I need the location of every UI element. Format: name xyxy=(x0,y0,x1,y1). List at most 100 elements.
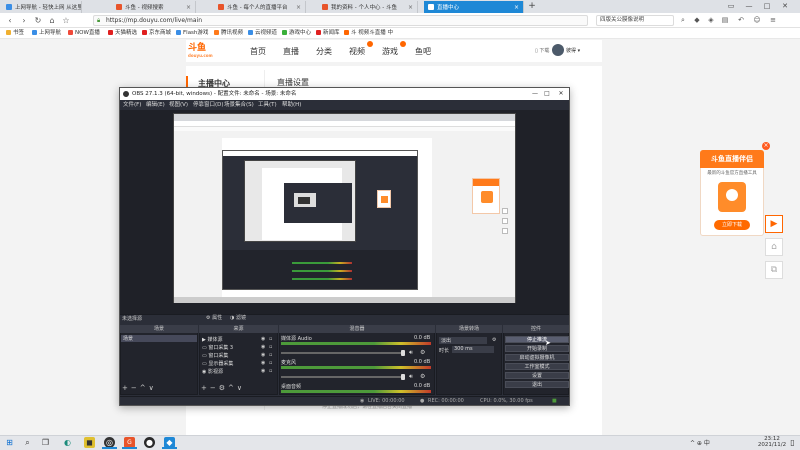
studio-mode-button[interactable]: 工作室模式 xyxy=(505,363,569,370)
gear-icon[interactable]: ⚙ xyxy=(420,373,425,380)
close-tab-icon[interactable]: × xyxy=(296,4,301,11)
douyu-logo[interactable]: 斗鱼 douyu.com xyxy=(188,42,228,60)
search-icon[interactable]: ⌕ xyxy=(678,15,688,26)
bookmark-item[interactable]: 京东商城 xyxy=(142,28,171,39)
close-window-icon[interactable]: ✕ xyxy=(778,0,792,13)
nav-games[interactable]: 游戏 xyxy=(382,46,398,57)
sources-toolbar[interactable]: +−⚙^∨ xyxy=(201,384,245,392)
bookmark-item[interactable]: Flash游戏 xyxy=(176,28,208,39)
maximize-icon[interactable]: □ xyxy=(760,0,774,13)
properties-button[interactable]: ⚙ 属性 xyxy=(206,314,226,322)
gear-icon[interactable]: ⚙ xyxy=(492,337,496,343)
menu-docks[interactable]: 停靠窗口(D) xyxy=(193,100,224,110)
bookmark-item[interactable]: 斗 视频斗直播 中 xyxy=(344,28,393,39)
undo-icon[interactable]: ↶ xyxy=(736,15,746,26)
bookmark-item[interactable]: 天猫精选 xyxy=(108,28,137,39)
nav-yuba[interactable]: 鱼吧 xyxy=(415,46,431,57)
play-icon[interactable]: ▶ xyxy=(765,215,783,233)
close-window-icon[interactable]: ✕ xyxy=(554,88,568,100)
minimize-icon[interactable]: — xyxy=(742,0,756,13)
home-float-icon[interactable]: ⌂ xyxy=(765,238,783,256)
username[interactable]: 彼得 ▾ xyxy=(566,47,580,54)
new-tab-button[interactable]: + xyxy=(526,0,538,13)
visibility-icon[interactable]: ◉ xyxy=(261,352,265,358)
visibility-icon[interactable]: ◉ xyxy=(261,360,265,366)
tab-list-icon[interactable]: ▭ xyxy=(724,0,738,13)
lock-icon[interactable]: ▫ xyxy=(269,336,272,342)
download-link[interactable]: ▯ 下载 xyxy=(535,47,549,54)
bookmark-item[interactable]: 游戏中心 xyxy=(282,28,311,39)
menu-view[interactable]: 视图(V) xyxy=(169,100,188,110)
app-icon[interactable]: ◼ xyxy=(84,437,95,448)
search-input[interactable]: 四版关公膜像说明 xyxy=(596,15,674,26)
volume-knob[interactable] xyxy=(401,350,405,356)
home-icon[interactable]: ⌂ xyxy=(46,14,58,27)
exit-button[interactable]: 退出 xyxy=(505,381,569,388)
system-tray[interactable]: ^ ⊕ 中 xyxy=(690,438,710,447)
stop-streaming-button[interactable]: 停止推流 xyxy=(505,336,569,343)
gift-icon[interactable]: ◆ xyxy=(692,15,702,26)
forward-icon[interactable]: › xyxy=(18,14,30,27)
source-item[interactable]: ▭ 显示器采集 xyxy=(202,360,233,367)
bookmark-item[interactable]: NOW直播 xyxy=(68,28,100,39)
settings-button[interactable]: 设置 xyxy=(505,372,569,379)
lock-icon[interactable]: ▫ xyxy=(269,360,272,366)
lock-icon[interactable]: ▫ xyxy=(269,368,272,374)
volume-slider[interactable] xyxy=(281,376,405,378)
menu-scene-collection[interactable]: 场景集合(S) xyxy=(224,100,254,110)
nav-video[interactable]: 视频 xyxy=(349,46,365,57)
nav-home[interactable]: 首页 xyxy=(250,46,266,57)
screenshot-icon[interactable]: ⧉ xyxy=(765,261,783,279)
avatar[interactable] xyxy=(552,44,564,56)
visibility-icon[interactable]: ◉ xyxy=(261,336,265,342)
transition-select[interactable]: 淡出 xyxy=(439,337,487,344)
menu-file[interactable]: 文件(F) xyxy=(123,100,141,110)
menu-edit[interactable]: 编辑(E) xyxy=(146,100,165,110)
menu-tools[interactable]: 工具(T) xyxy=(258,100,277,110)
back-icon[interactable]: ‹ xyxy=(4,14,16,27)
duration-input[interactable]: 300 ms xyxy=(452,346,494,353)
user-icon[interactable]: ☺ xyxy=(752,15,762,26)
notification-icon[interactable]: ▯ xyxy=(787,437,798,448)
menu-icon[interactable]: ≡ xyxy=(768,15,778,26)
close-tab-icon[interactable]: × xyxy=(186,4,191,11)
bookmark-item[interactable]: 新闻库 xyxy=(316,28,340,39)
url-bar[interactable]: 🔒︎ https://mp.douyu.com/live/main xyxy=(93,15,588,26)
reload-icon[interactable]: ↻ xyxy=(32,14,44,27)
scene-item[interactable]: 场景 xyxy=(121,335,197,342)
extensions-icon[interactable]: ▤ xyxy=(720,15,730,26)
virtual-camera-button[interactable]: 启动虚拟摄像机 xyxy=(505,354,569,361)
close-tab-icon[interactable]: × xyxy=(408,4,413,11)
maximize-icon[interactable]: □ xyxy=(540,88,554,100)
visibility-icon[interactable]: ◉ xyxy=(261,344,265,350)
tab-live-center[interactable]: 直播中心 × xyxy=(424,1,524,13)
close-icon[interactable]: × xyxy=(762,142,770,150)
source-item[interactable]: ▶ 媒体源 xyxy=(202,336,222,343)
clock[interactable]: 23:12 2021/11/2 xyxy=(752,436,792,448)
speaker-icon[interactable]: 🔊︎ xyxy=(409,349,413,357)
visibility-icon[interactable]: ◉ xyxy=(261,368,265,374)
volume-knob[interactable] xyxy=(401,374,405,380)
tab-nav-home[interactable]: 上网导航 - 轻快上网 从这里开始× xyxy=(2,1,82,13)
speaker-icon[interactable]: 🔊︎ xyxy=(409,373,413,381)
bookmark-item[interactable]: 上网导航 xyxy=(32,28,61,39)
source-item[interactable]: ▭ 窗口采集 3 xyxy=(202,344,233,351)
task-view-icon[interactable]: ❐ xyxy=(40,437,51,448)
lock-icon[interactable]: ▫ xyxy=(269,352,272,358)
menu-help[interactable]: 帮助(H) xyxy=(282,100,301,110)
scenes-toolbar[interactable]: +−^∨ xyxy=(122,384,157,392)
download-button[interactable]: 立即下载 xyxy=(714,220,750,230)
start-recording-button[interactable]: 开始录制 xyxy=(505,345,569,352)
filters-button[interactable]: ◑ 滤镜 xyxy=(230,314,250,322)
shield-icon[interactable]: ◈ xyxy=(706,15,716,26)
lock-icon[interactable]: ▫ xyxy=(269,344,272,350)
tab-douyu-video[interactable]: 斗鱼 - 视频搜索 × xyxy=(112,1,196,13)
nav-live[interactable]: 直播 xyxy=(283,46,299,57)
nav-category[interactable]: 分类 xyxy=(316,46,332,57)
tab-douyu-home[interactable]: 斗鱼 - 每个人的直播平台 × xyxy=(214,1,306,13)
volume-slider[interactable] xyxy=(281,352,405,354)
gear-icon[interactable]: ⚙ xyxy=(420,349,425,356)
bookmark-item[interactable]: 云视频道 xyxy=(248,28,277,39)
star-icon[interactable]: ☆ xyxy=(60,14,72,27)
search-icon[interactable]: ⌕ xyxy=(22,437,33,448)
